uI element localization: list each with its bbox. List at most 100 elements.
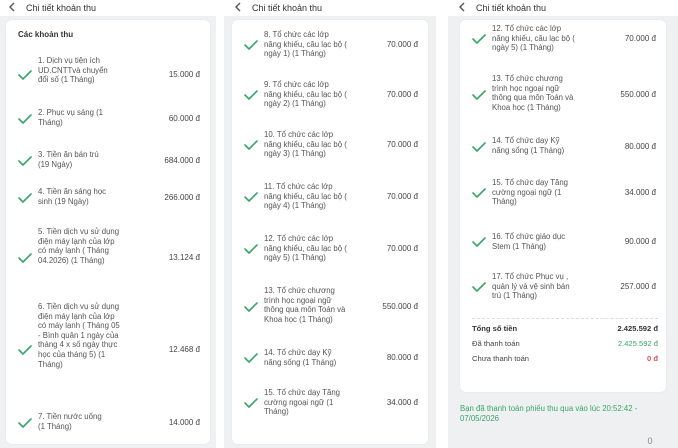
fee-item-label: 16. Tổ chức giáo dục Stem (1 Tháng) <box>492 232 566 251</box>
unpaid-value: 0 đ <box>647 354 658 363</box>
fee-item-amount: 80.000 đ <box>386 353 418 362</box>
panel-right: Chi tiết khoản thu 12. Tổ chức các lớp n… <box>448 0 678 448</box>
check-icon <box>472 282 486 292</box>
check-icon <box>18 253 32 263</box>
paid-label: Đã thanh toán <box>472 339 520 348</box>
fee-item-row: 13. Tổ chức chương trình học ngoại ngữ t… <box>232 286 428 328</box>
fee-item-label: 11. Tổ chức các lớp năng khiếu, câu lạc … <box>264 182 347 211</box>
fee-item-row: 17. Tổ chức Phục vụ , quản lý và vệ sinh… <box>460 272 666 302</box>
divider <box>216 0 224 448</box>
fee-item-label: 13. Tổ chức chương trình học ngoại ngữ t… <box>492 74 574 112</box>
fee-item-row: 12. Tổ chức các lớp năng khiếu, câu lạc … <box>232 234 428 264</box>
check-icon <box>244 302 258 312</box>
fee-item-label: 3. Tiền ăn bán trú (19 Ngày) <box>38 150 99 169</box>
header-bar: Chi tiết khoản thu <box>0 0 216 16</box>
check-icon <box>472 90 486 100</box>
fee-item-amount: 70.000 đ <box>386 140 418 149</box>
fee-item-label: 10. Tổ chức các lớp năng khiếu, câu lạc … <box>264 130 347 159</box>
fee-item-label: 12. Tổ chức các lớp năng khiếu, câu lạc … <box>264 234 347 263</box>
fee-list-card: 12. Tổ chức các lớp năng khiếu, câu lạc … <box>460 20 666 392</box>
paid-value: 2.425.592 đ <box>617 339 658 348</box>
page-title: Chi tiết khoản thu <box>26 3 97 13</box>
fee-item-label: 6. Tiền dịch vụ sử dụng điện máy lạnh củ… <box>38 302 120 369</box>
fee-item-row: 14. Tổ chức dạy Kỹ năng sống (1 Tháng) 80… <box>460 136 666 158</box>
fee-item-row: 15. Tổ chức dạy Tăng cường ngoại ngữ (1 … <box>232 388 428 418</box>
fee-item-label: 8. Tổ chức các lớp năng khiếu, câu lạc b… <box>264 30 347 59</box>
check-icon <box>244 40 258 50</box>
check-icon <box>244 244 258 254</box>
fee-item-row: 3. Tiền ăn bán trú (19 Ngày) 684.000 đ <box>6 150 210 172</box>
fee-item-row: 10. Tổ chức các lớp năng khiếu, câu lạc … <box>232 130 428 160</box>
fee-item-amount: 684.000 đ <box>164 156 200 165</box>
fee-item-amount: 257.000 đ <box>620 282 656 291</box>
check-icon <box>472 34 486 44</box>
fee-item-label: 15. Tổ chức dạy Tăng cường ngoại ngữ (1 … <box>264 388 341 417</box>
fee-item-amount: 13.124 đ <box>168 253 200 262</box>
check-icon <box>18 418 32 428</box>
paid-row: Đã thanh toán 2.425.592 đ <box>472 339 658 351</box>
check-icon <box>18 156 32 166</box>
fee-item-amount: 266.000 đ <box>164 193 200 202</box>
fee-item-row: 5. Tiền dịch vụ sử dụng điện máy lạnh củ… <box>6 227 210 289</box>
fee-item-row: 2. Phục vụ sáng (1 Tháng) 60.000 đ <box>6 108 210 130</box>
fee-item-amount: 70.000 đ <box>386 192 418 201</box>
fee-list-card: 8. Tổ chức các lớp năng khiếu, câu lạc b… <box>232 20 428 444</box>
total-label: Tổng số tiền <box>472 324 518 333</box>
fee-item-amount: 550.000 đ <box>620 90 656 99</box>
fee-item-label: 7. Tiền nước uống (1 Tháng) <box>38 412 102 431</box>
fee-item-amount: 90.000 đ <box>624 237 656 246</box>
page-title: Chi tiết khoản thu <box>252 3 323 13</box>
fee-item-amount: 70.000 đ <box>386 40 418 49</box>
fee-item-row: 4. Tiền ăn sáng học sinh (19 Ngày) 266.00… <box>6 187 210 209</box>
divider <box>436 0 448 448</box>
fee-item-label: 14. Tổ chức dạy Kỹ năng sống (1 Tháng) <box>492 136 565 155</box>
fee-item-label: 17. Tổ chức Phục vụ , quản lý và vệ sinh… <box>492 272 570 301</box>
check-icon <box>244 192 258 202</box>
total-row: Tổng số tiền 2.425.592 đ <box>472 324 658 336</box>
fee-item-row: 8. Tổ chức các lớp năng khiếu, câu lạc b… <box>232 30 428 60</box>
check-icon <box>18 193 32 203</box>
panel-left: Chi tiết khoản thu Các khoản thu 1. Dịch… <box>0 0 216 448</box>
fee-item-amount: 12.468 đ <box>168 345 200 354</box>
fee-item-amount: 550.000 đ <box>382 302 418 311</box>
unpaid-label: Chưa thanh toán <box>472 354 530 363</box>
fee-item-row: 13. Tổ chức chương trình học ngoại ngữ t… <box>460 74 666 116</box>
total-value: 2.425.592 đ <box>617 324 658 333</box>
fee-item-label: 13. Tổ chức chương trình học ngoại ngữ t… <box>264 286 346 324</box>
fee-item-label: 2. Phục vụ sáng (1 Tháng) <box>38 108 104 127</box>
fee-item-row: 11. Tổ chức các lớp năng khiếu, câu lạc … <box>232 182 428 212</box>
fee-item-amount: 15.000 đ <box>168 70 200 79</box>
fee-item-label: 9. Tổ chức các lớp năng khiếu, câu lạc b… <box>264 80 347 109</box>
check-icon <box>18 70 32 80</box>
chevron-left-icon[interactable] <box>8 2 16 15</box>
check-icon <box>244 90 258 100</box>
header-bar: Chi tiết khoản thu <box>448 0 678 16</box>
fee-item-label: 14. Tổ chức dạy Kỹ năng sống (1 Tháng) <box>264 348 337 367</box>
fee-item-label: 4. Tiền ăn sáng học sinh (19 Ngày) <box>38 187 107 206</box>
chevron-left-icon[interactable] <box>234 2 242 15</box>
fee-item-row: 6. Tiền dịch vụ sử dụng điện máy lạnh củ… <box>6 302 210 398</box>
check-icon <box>18 345 32 355</box>
fee-item-amount: 60.000 đ <box>168 114 200 123</box>
screen: Chi tiết khoản thu Các khoản thu 1. Dịch… <box>0 0 678 448</box>
chevron-left-icon[interactable] <box>458 2 466 15</box>
fee-item-amount: 34.000 đ <box>624 188 656 197</box>
page-title: Chi tiết khoản thu <box>476 3 547 13</box>
scroll-indicator[interactable]: 0 <box>640 436 660 448</box>
fee-item-amount: 34.000 đ <box>386 398 418 407</box>
unpaid-row: Chưa thanh toán 0 đ <box>472 354 658 366</box>
payment-confirmation-text: Bạn đã thanh toán phiếu thu qua vào lúc … <box>460 404 638 423</box>
check-icon <box>472 237 486 247</box>
check-icon <box>244 140 258 150</box>
fee-item-row: 16. Tổ chức giáo dục Stem (1 Tháng) 90.00… <box>460 232 666 252</box>
fee-item-amount: 70.000 đ <box>624 34 656 43</box>
header-bar: Chi tiết khoản thu <box>224 0 436 16</box>
fee-item-amount: 14.000 đ <box>168 418 200 427</box>
fee-item-label: 12. Tổ chức các lớp năng khiếu, câu lạc … <box>492 24 575 53</box>
check-icon <box>244 353 258 363</box>
fee-item-label: 5. Tiền dịch vụ sử dụng điện máy lạnh củ… <box>38 227 120 265</box>
panel-middle: Chi tiết khoản thu 8. Tổ chức các lớp nă… <box>224 0 436 448</box>
fee-list-card: Các khoản thu 1. Dịch vụ tiện ích UD.CNT… <box>6 20 210 444</box>
check-icon <box>244 398 258 408</box>
fee-item-row: 7. Tiền nước uống (1 Tháng) 14.000 đ <box>6 412 210 434</box>
